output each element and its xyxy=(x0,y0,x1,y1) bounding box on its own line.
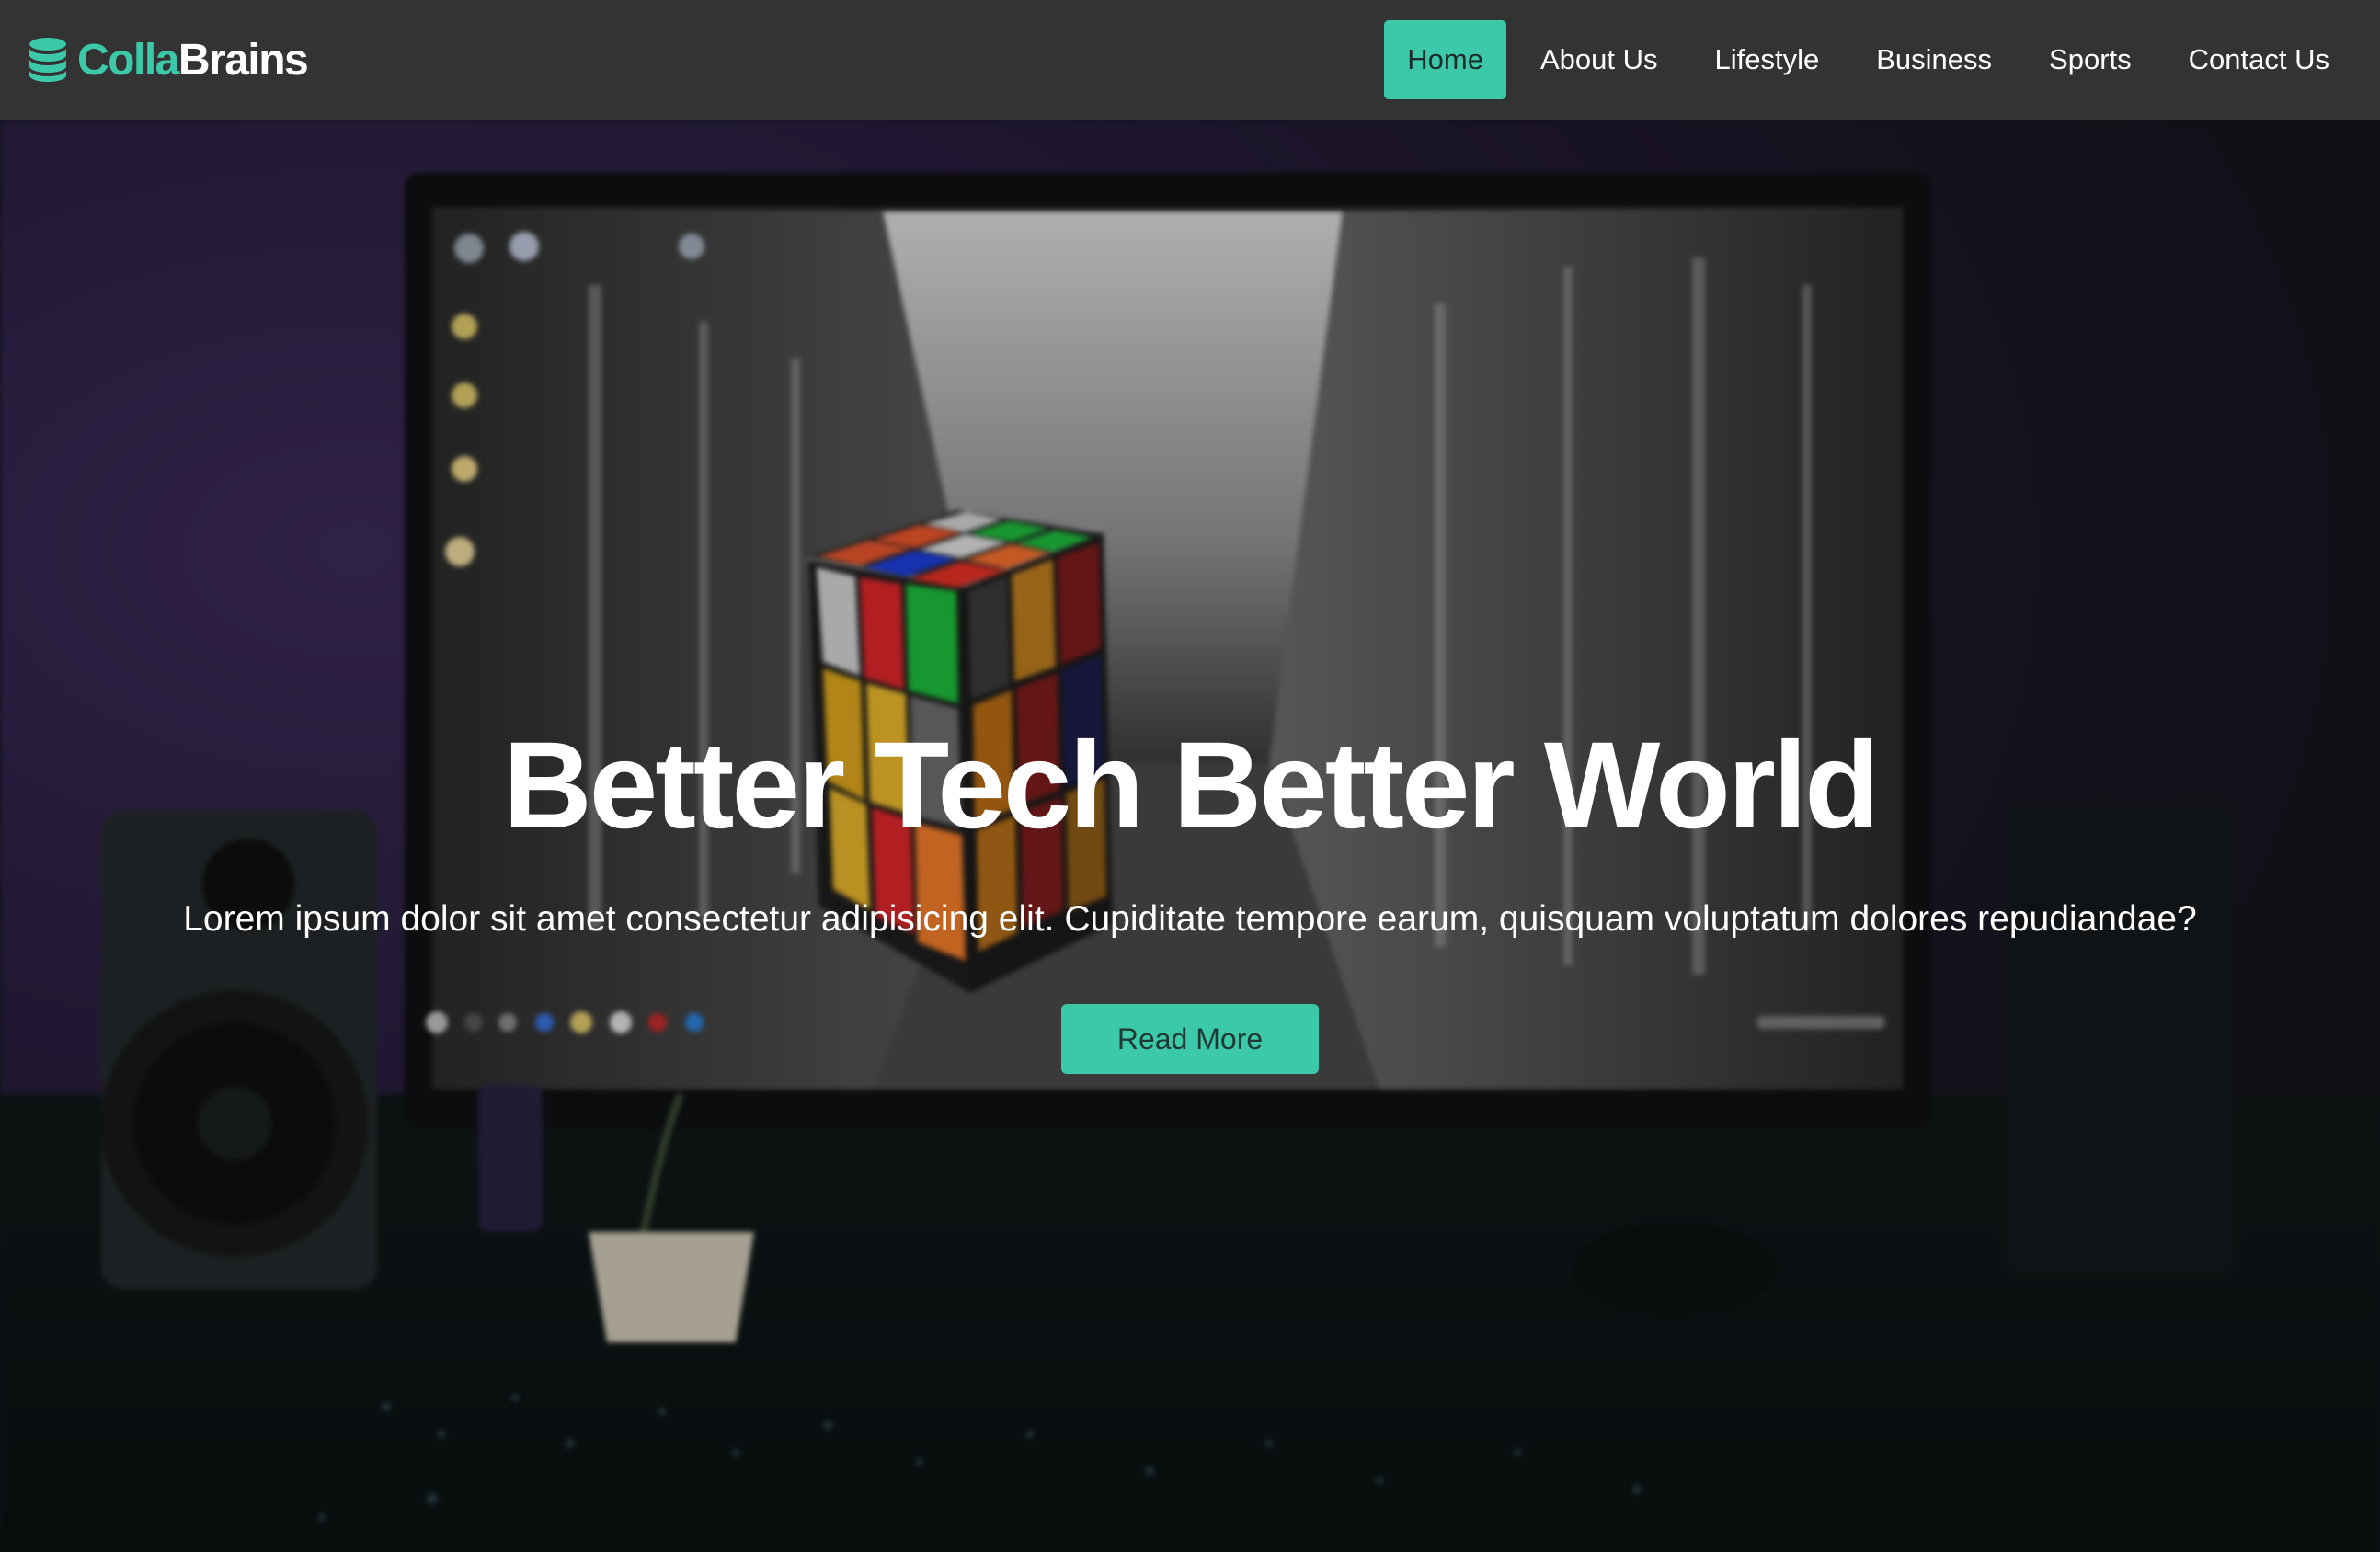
nav-link-lifestyle[interactable]: Lifestyle xyxy=(1692,20,1843,99)
database-icon xyxy=(29,38,66,82)
brand-name-part2: Brains xyxy=(177,35,309,85)
nav-link-sports[interactable]: Sports xyxy=(2026,20,2155,99)
nav-menu: Home About Us Lifestyle Business Sports … xyxy=(1384,20,2352,99)
nav-item-business: Business xyxy=(1853,20,2015,99)
nav-item-lifestyle: Lifestyle xyxy=(1692,20,1843,99)
nav-item-contact-us: Contact Us xyxy=(2166,20,2352,99)
nav-link-business[interactable]: Business xyxy=(1853,20,2015,99)
hero-section: Better Tech Better World Lorem ipsum dol… xyxy=(0,120,2380,1552)
brand-name: CollaBrains xyxy=(77,35,309,86)
brand-logo-link[interactable]: CollaBrains xyxy=(28,35,309,86)
hero-subtitle: Lorem ipsum dolor sit amet consectetur a… xyxy=(183,899,2197,939)
navbar: CollaBrains Home About Us Lifestyle Busi… xyxy=(0,0,2380,120)
nav-link-contact-us[interactable]: Contact Us xyxy=(2166,20,2352,99)
nav-item-sports: Sports xyxy=(2026,20,2155,99)
nav-link-home[interactable]: Home xyxy=(1384,20,1506,99)
hero-title: Better Tech Better World xyxy=(502,717,1880,854)
nav-item-home: Home xyxy=(1384,20,1506,99)
nav-item-about-us: About Us xyxy=(1517,20,1681,99)
hero-content: Better Tech Better World Lorem ipsum dol… xyxy=(0,120,2380,1552)
read-more-button[interactable]: Read More xyxy=(1061,1004,1319,1074)
nav-link-about-us[interactable]: About Us xyxy=(1517,20,1681,99)
brand-name-part1: Colla xyxy=(77,35,179,85)
